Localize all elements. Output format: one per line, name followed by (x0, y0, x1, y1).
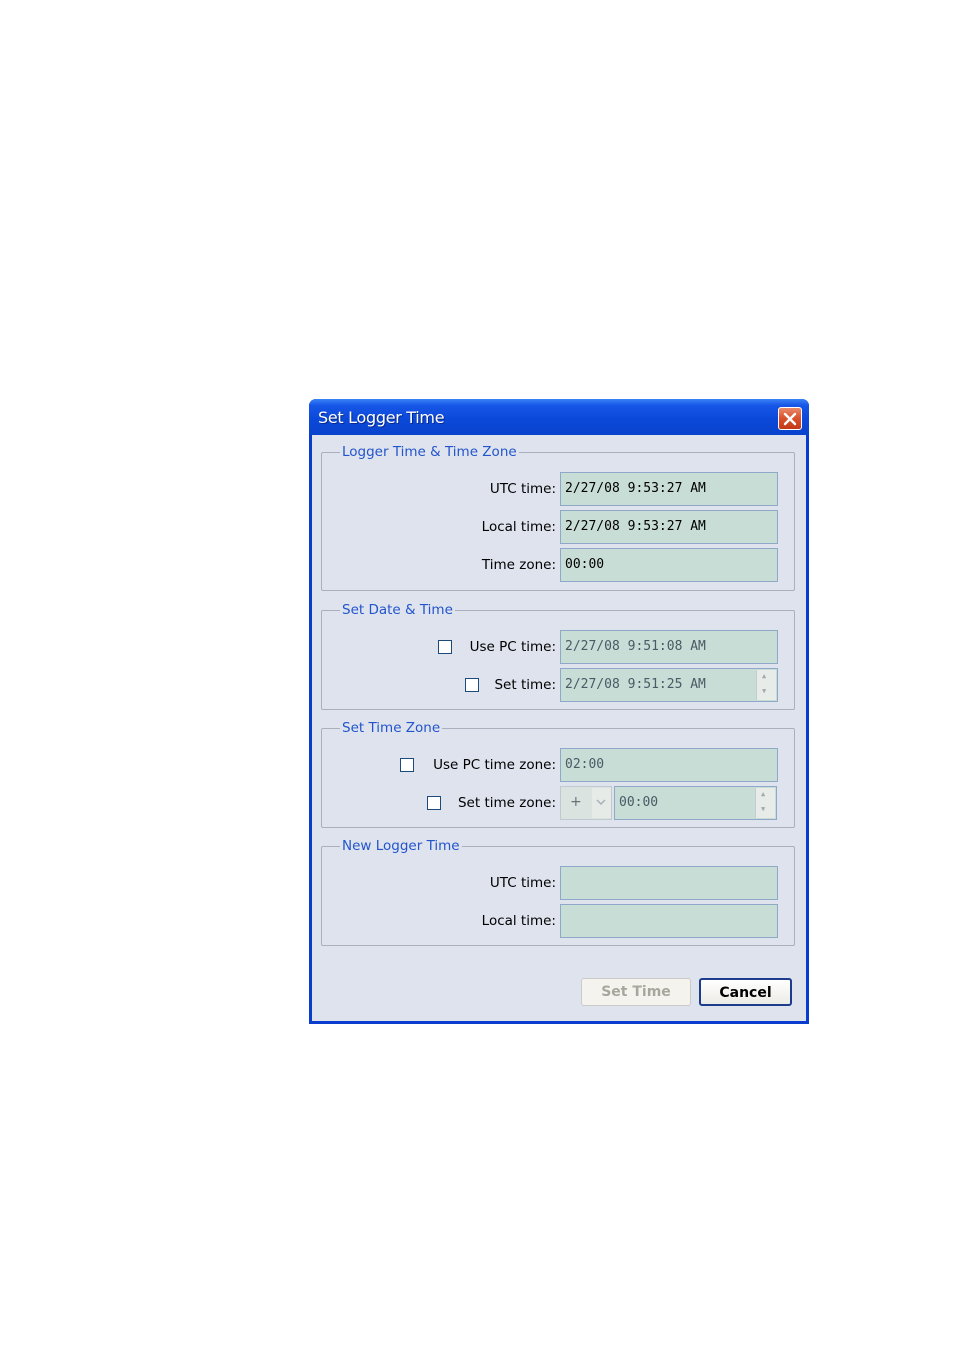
chevron-down-icon (596, 799, 606, 806)
set-time-button[interactable]: Set Time (581, 978, 691, 1006)
set-time-checkbox[interactable] (465, 678, 479, 692)
new-utc-time-field[interactable] (560, 866, 778, 900)
new-local-time-field[interactable] (560, 904, 778, 938)
new-logger-time-group: New Logger Time UTC time: Local time: (321, 838, 795, 946)
logger-time-group-legend: Logger Time & Time Zone (340, 444, 519, 460)
local-time-field[interactable]: 2/27/08 9:53:27 AM (560, 510, 778, 544)
use-pc-time-label[interactable]: Use PC time: (470, 639, 556, 655)
utc-time-field[interactable]: 2/27/08 9:53:27 AM (560, 472, 778, 506)
set-time-spin-buttons: ▲ ▼ (756, 670, 776, 700)
set-time-zone-checkbox[interactable] (427, 796, 441, 810)
use-pc-time-field: 2/27/08 9:51:08 AM (560, 630, 778, 664)
set-time-zone-group: Set Time Zone Use PC time zone: 02:00 Se… (321, 720, 795, 828)
set-time-zone-group-legend: Set Time Zone (340, 720, 443, 736)
dropdown-button (592, 788, 611, 818)
set-logger-time-dialog: Set Logger Time Logger Time & Time Zone … (309, 399, 809, 1024)
set-time-label[interactable]: Set time: (494, 677, 556, 693)
time-zone-spin-buttons: ▲ ▼ (755, 788, 775, 818)
dialog-body: Logger Time & Time Zone UTC time: 2/27/0… (312, 435, 806, 1021)
use-pc-time-checkbox[interactable] (438, 640, 452, 654)
window-title: Set Logger Time (318, 408, 445, 427)
time-zone-sign-value: + (570, 794, 582, 810)
spin-down-icon: ▼ (761, 805, 766, 813)
close-icon (783, 412, 797, 426)
new-logger-time-group-legend: New Logger Time (340, 838, 462, 854)
logger-time-group: Logger Time & Time Zone UTC time: 2/27/0… (321, 444, 795, 591)
use-pc-time-zone-checkbox[interactable] (400, 758, 414, 772)
use-pc-time-zone-field: 02:00 (560, 748, 778, 782)
time-zone-sign-dropdown: + (560, 786, 612, 820)
time-zone-label: Time zone: (481, 557, 556, 573)
title-bar[interactable]: Set Logger Time (309, 399, 809, 435)
set-time-zone-value: 00:00 (619, 795, 659, 810)
use-pc-time-zone-label[interactable]: Use PC time zone: (433, 757, 556, 773)
set-date-time-group: Set Date & Time Use PC time: 2/27/08 9:5… (321, 602, 795, 710)
set-time-spinner: 2/27/08 9:51:25 AM ▲ ▼ (560, 668, 778, 702)
new-local-time-label: Local time: (481, 913, 556, 929)
set-time-zone-label[interactable]: Set time zone: (458, 795, 556, 811)
cancel-button[interactable]: Cancel (699, 978, 792, 1006)
local-time-label: Local time: (481, 519, 556, 535)
set-date-time-group-legend: Set Date & Time (340, 602, 455, 618)
spin-up-icon: ▲ (762, 672, 767, 680)
set-time-zone-spinner: 00:00 ▲ ▼ (614, 786, 777, 820)
close-button[interactable] (778, 407, 802, 430)
set-time-value: 2/27/08 9:51:25 AM (565, 677, 706, 692)
utc-time-label: UTC time: (489, 481, 556, 497)
new-utc-time-label: UTC time: (489, 875, 556, 891)
time-zone-field[interactable]: 00:00 (560, 548, 778, 582)
spin-up-icon: ▲ (761, 790, 766, 798)
spin-down-icon: ▼ (762, 687, 767, 695)
